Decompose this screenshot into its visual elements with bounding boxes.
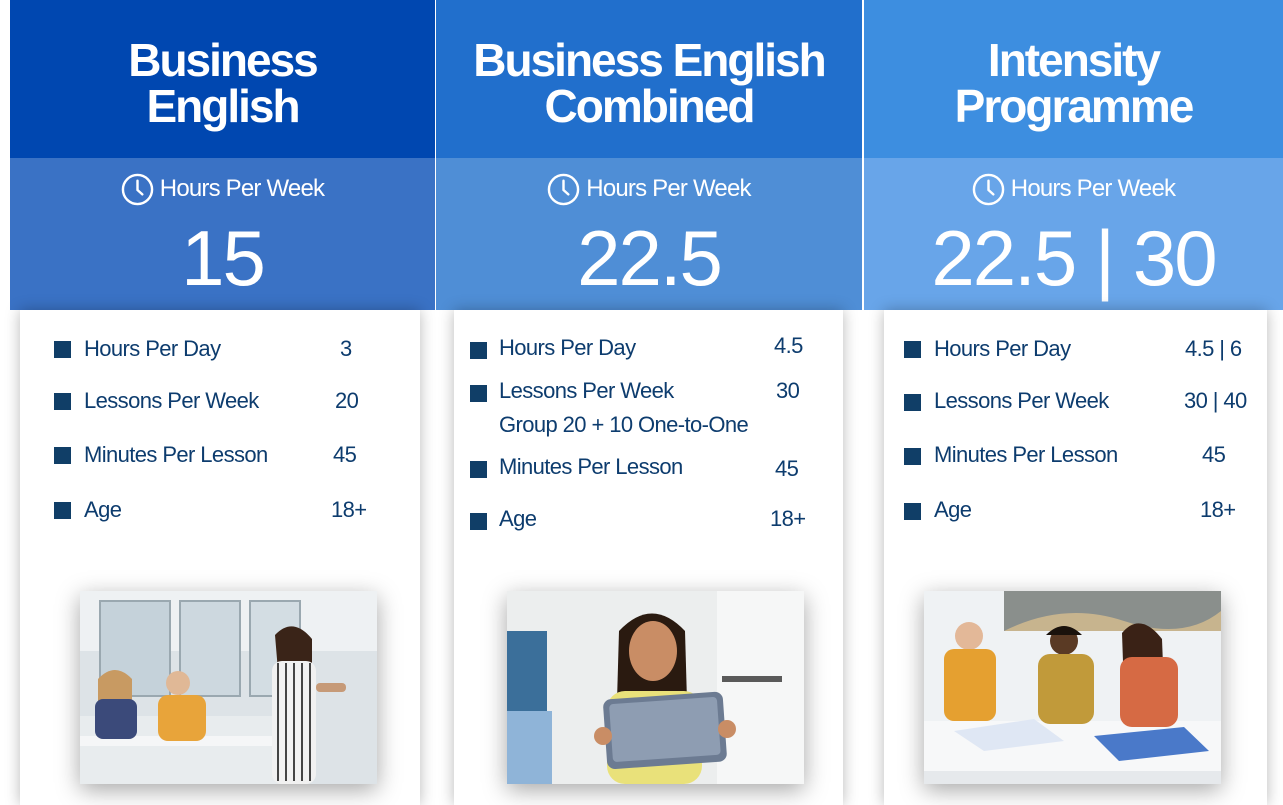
student-tablet-photo [507,591,804,784]
square-bullet-icon [470,461,487,478]
programme-business-english: Business English Hours Per Week 15 Hours… [10,0,435,805]
clock-icon [548,173,580,205]
square-bullet-icon [54,341,71,358]
square-bullet-icon [54,447,71,464]
square-bullet-icon [904,503,921,520]
square-bullet-icon [904,448,921,465]
square-bullet-icon [470,385,487,402]
programme-intensity: Intensity Programme Hours Per Week 22.5 … [864,0,1283,805]
programme-title-band: Business English [10,0,435,158]
hours-per-week-band: Hours Per Week 15 [10,158,435,310]
lessons-breakdown: Group 20 + 10 One-to-One [499,412,749,437]
programme-title: Business English [128,34,319,132]
programme-title: Intensity Programme [954,34,1195,132]
hours-per-week-label: Hours Per Week [121,172,325,206]
hours-per-week-label: Hours Per Week [972,172,1176,206]
hours-per-week-value: 22.5 [577,213,723,302]
clock-icon [972,173,1005,205]
square-bullet-icon [54,502,71,519]
programme-title-band: Intensity Programme [864,0,1283,158]
hours-per-week-band: Hours Per Week 22.5 [436,158,862,310]
programme-business-english-combined: Business English Combined Hours Per Week… [436,0,862,805]
programme-title-band: Business English Combined [436,0,862,158]
square-bullet-icon [470,513,487,530]
programme-details-card: Hours Per Day 4.5 | 6 Lessons Per Week 3… [884,310,1267,805]
square-bullet-icon [904,394,921,411]
square-bullet-icon [54,393,71,410]
group-study-photo [924,591,1221,784]
square-bullet-icon [470,342,487,359]
clock-icon [121,173,154,205]
programme-details-card: Hours Per Day 3 Lessons Per Week 20 Minu… [20,310,420,805]
hours-per-week-label: Hours Per Week [547,172,752,206]
hours-per-week-band: Hours Per Week 22.5 | 30 [864,158,1283,310]
hours-per-week-value: 22.5 | 30 [931,213,1217,302]
programme-title: Business English Combined [473,34,826,132]
classroom-photo [80,591,377,784]
hours-per-week-value: 15 [181,213,266,302]
programme-details-card: Hours Per Day 4.5 Lessons Per Week 30 Gr… [454,310,843,805]
square-bullet-icon [904,341,921,358]
